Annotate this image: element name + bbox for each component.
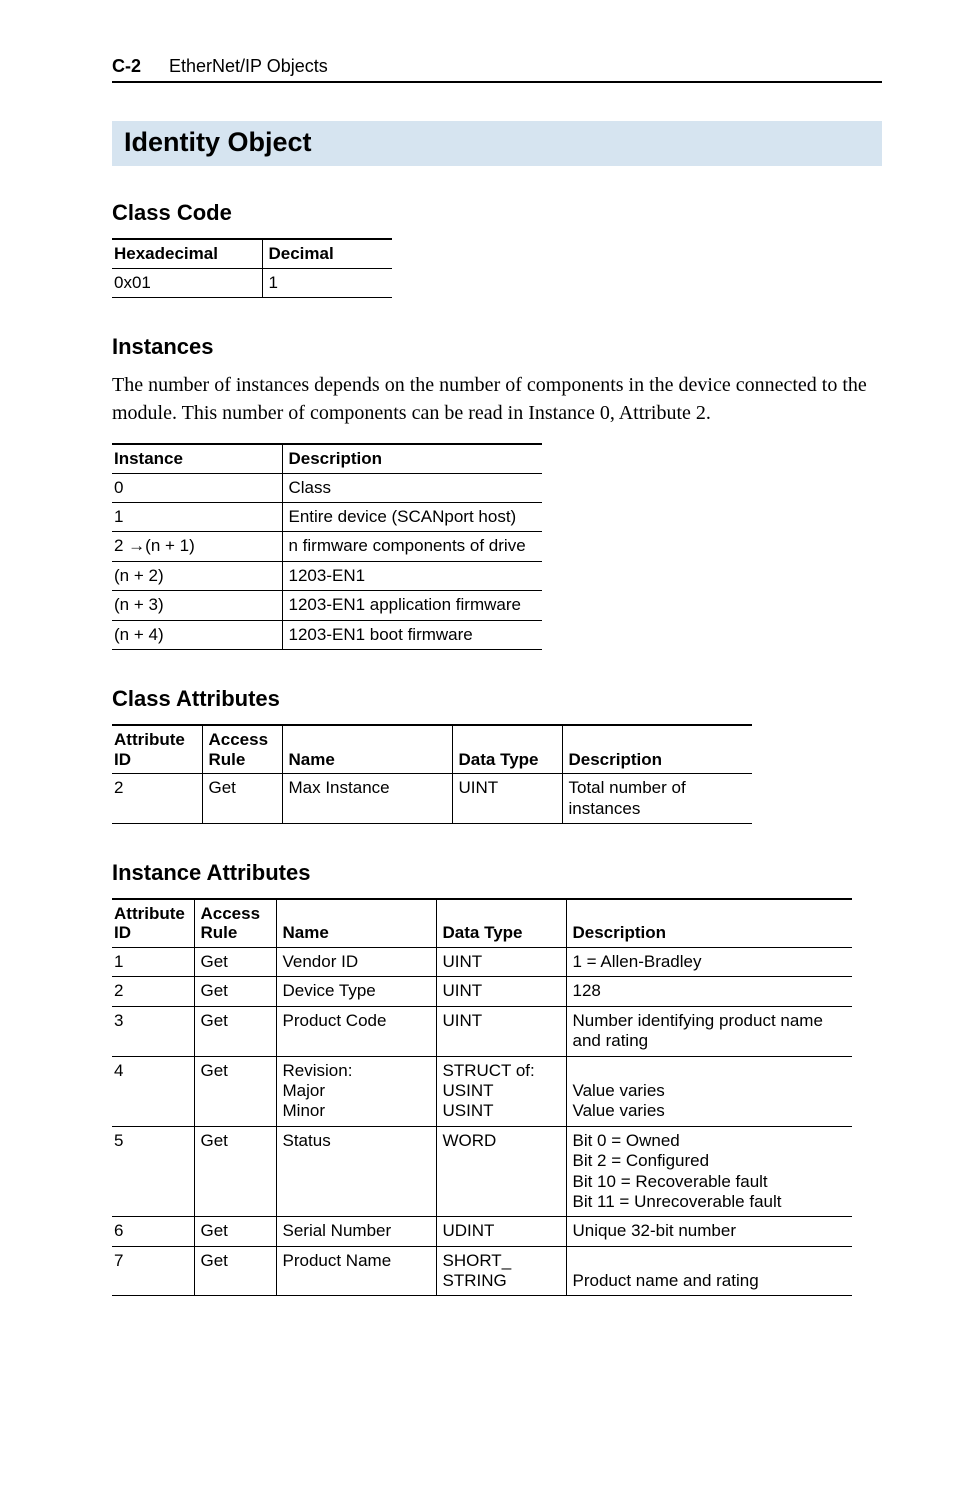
table-cell: n firmware components of drive	[282, 532, 542, 561]
section-class-attributes: Class Attributes Attribute ID Access Rul…	[112, 686, 882, 824]
table-cell: UDINT	[436, 1217, 566, 1246]
td-hex: 0x01	[112, 268, 262, 297]
th-access-rule: Access Rule	[194, 899, 276, 948]
th-data-type: Data Type	[436, 899, 566, 948]
table-cell: 1	[112, 503, 282, 532]
th-line1: Access	[201, 904, 261, 923]
table-cell: UINT	[436, 977, 566, 1006]
th-line1: Attribute	[114, 904, 185, 923]
heading-instances: Instances	[112, 334, 882, 360]
running-header: C-2 EtherNet/IP Objects	[112, 56, 882, 77]
th-line1: Attribute	[114, 730, 185, 749]
table-cell: (n + 4)	[112, 620, 282, 649]
table-cell: SHORT_STRING	[436, 1246, 566, 1296]
table-cell: 128	[566, 977, 852, 1006]
table-cell: Serial Number	[276, 1217, 436, 1246]
table-cell: WORD	[436, 1126, 566, 1217]
th-line2: ID	[114, 750, 131, 769]
th-name: Name	[282, 725, 452, 774]
table-cell: 2 →(n + 1)	[112, 532, 282, 561]
table-cell: Product Name	[276, 1246, 436, 1296]
table-cell: 1203-EN1 boot firmware	[282, 620, 542, 649]
heading-class-attributes: Class Attributes	[112, 686, 882, 712]
th-line2: ID	[114, 923, 131, 942]
table-cell: Max Instance	[282, 774, 452, 824]
table-cell: Unique 32-bit number	[566, 1217, 852, 1246]
table-cell: Value variesValue varies	[566, 1056, 852, 1126]
table-cell: Get	[194, 947, 276, 976]
th-description: Description	[566, 899, 852, 948]
table-cell: 5	[112, 1126, 194, 1217]
table-cell: Class	[282, 473, 542, 502]
table-cell: Number identifying product name and rati…	[566, 1006, 852, 1056]
th-name: Name	[276, 899, 436, 948]
table-cell: 4	[112, 1056, 194, 1126]
table-cell: 1203-EN1	[282, 561, 542, 590]
td-dec: 1	[262, 268, 392, 297]
table-cell: Product name and rating	[566, 1246, 852, 1296]
table-cell: Revision:MajorMinor	[276, 1056, 436, 1126]
table-cell: Get	[194, 1246, 276, 1296]
table-cell: Get	[202, 774, 282, 824]
table-cell: 2	[112, 977, 194, 1006]
table-cell: 1	[112, 947, 194, 976]
table-cell: STRUCT of:USINTUSINT	[436, 1056, 566, 1126]
table-cell: Get	[194, 1217, 276, 1246]
table-cell: 1203-EN1 application firmware	[282, 591, 542, 620]
table-cell: Get	[194, 1006, 276, 1056]
table-cell: (n + 2)	[112, 561, 282, 590]
table-cell: Entire device (SCANport host)	[282, 503, 542, 532]
table-instance-attributes: Attribute ID Access Rule Name Data Type …	[112, 898, 852, 1297]
section-instances: Instances The number of instances depend…	[112, 334, 882, 650]
th-instance: Instance	[112, 444, 282, 473]
table-cell: Get	[194, 977, 276, 1006]
section-class-code: Class Code Hexadecimal Decimal 0x01 1	[112, 200, 882, 298]
table-cell: UINT	[436, 947, 566, 976]
th-line1: Access	[209, 730, 269, 749]
table-cell: 1 = Allen-Bradley	[566, 947, 852, 976]
table-cell: Total number of instances	[562, 774, 752, 824]
table-cell: (n + 3)	[112, 591, 282, 620]
table-class-attributes: Attribute ID Access Rule Name Data Type …	[112, 724, 752, 824]
table-cell: 6	[112, 1217, 194, 1246]
chapter-title: EtherNet/IP Objects	[169, 56, 328, 77]
table-cell: 0	[112, 473, 282, 502]
table-class-code: Hexadecimal Decimal 0x01 1	[112, 238, 392, 298]
table-cell: 3	[112, 1006, 194, 1056]
table-cell: UINT	[436, 1006, 566, 1056]
table-cell: Product Code	[276, 1006, 436, 1056]
table-cell: 7	[112, 1246, 194, 1296]
table-cell: Bit 0 = OwnedBit 2 = ConfiguredBit 10 = …	[566, 1126, 852, 1217]
header-rule	[112, 81, 882, 83]
th-data-type: Data Type	[452, 725, 562, 774]
th-line2: Rule	[201, 923, 238, 942]
th-description: Description	[282, 444, 542, 473]
table-cell: Status	[276, 1126, 436, 1217]
table-cell: UINT	[452, 774, 562, 824]
table-cell: Vendor ID	[276, 947, 436, 976]
th-attribute-id: Attribute ID	[112, 725, 202, 774]
th-access-rule: Access Rule	[202, 725, 282, 774]
table-cell: Device Type	[276, 977, 436, 1006]
page-title: Identity Object	[124, 127, 870, 158]
table-cell: 2	[112, 774, 202, 824]
th-line2: Rule	[209, 750, 246, 769]
paragraph-instances: The number of instances depends on the n…	[112, 372, 882, 427]
table-instances: Instance Description 0 Class 1 Entire de…	[112, 443, 542, 650]
section-instance-attributes: Instance Attributes Attribute ID Access …	[112, 860, 882, 1297]
th-description: Description	[562, 725, 752, 774]
th-decimal: Decimal	[262, 239, 392, 268]
th-attribute-id: Attribute ID	[112, 899, 194, 948]
table-cell: Get	[194, 1126, 276, 1217]
table-cell: Get	[194, 1056, 276, 1126]
page-number: C-2	[112, 56, 141, 77]
heading-instance-attributes: Instance Attributes	[112, 860, 882, 886]
heading-class-code: Class Code	[112, 200, 882, 226]
th-hexadecimal: Hexadecimal	[112, 239, 262, 268]
page-title-band: Identity Object	[112, 121, 882, 166]
